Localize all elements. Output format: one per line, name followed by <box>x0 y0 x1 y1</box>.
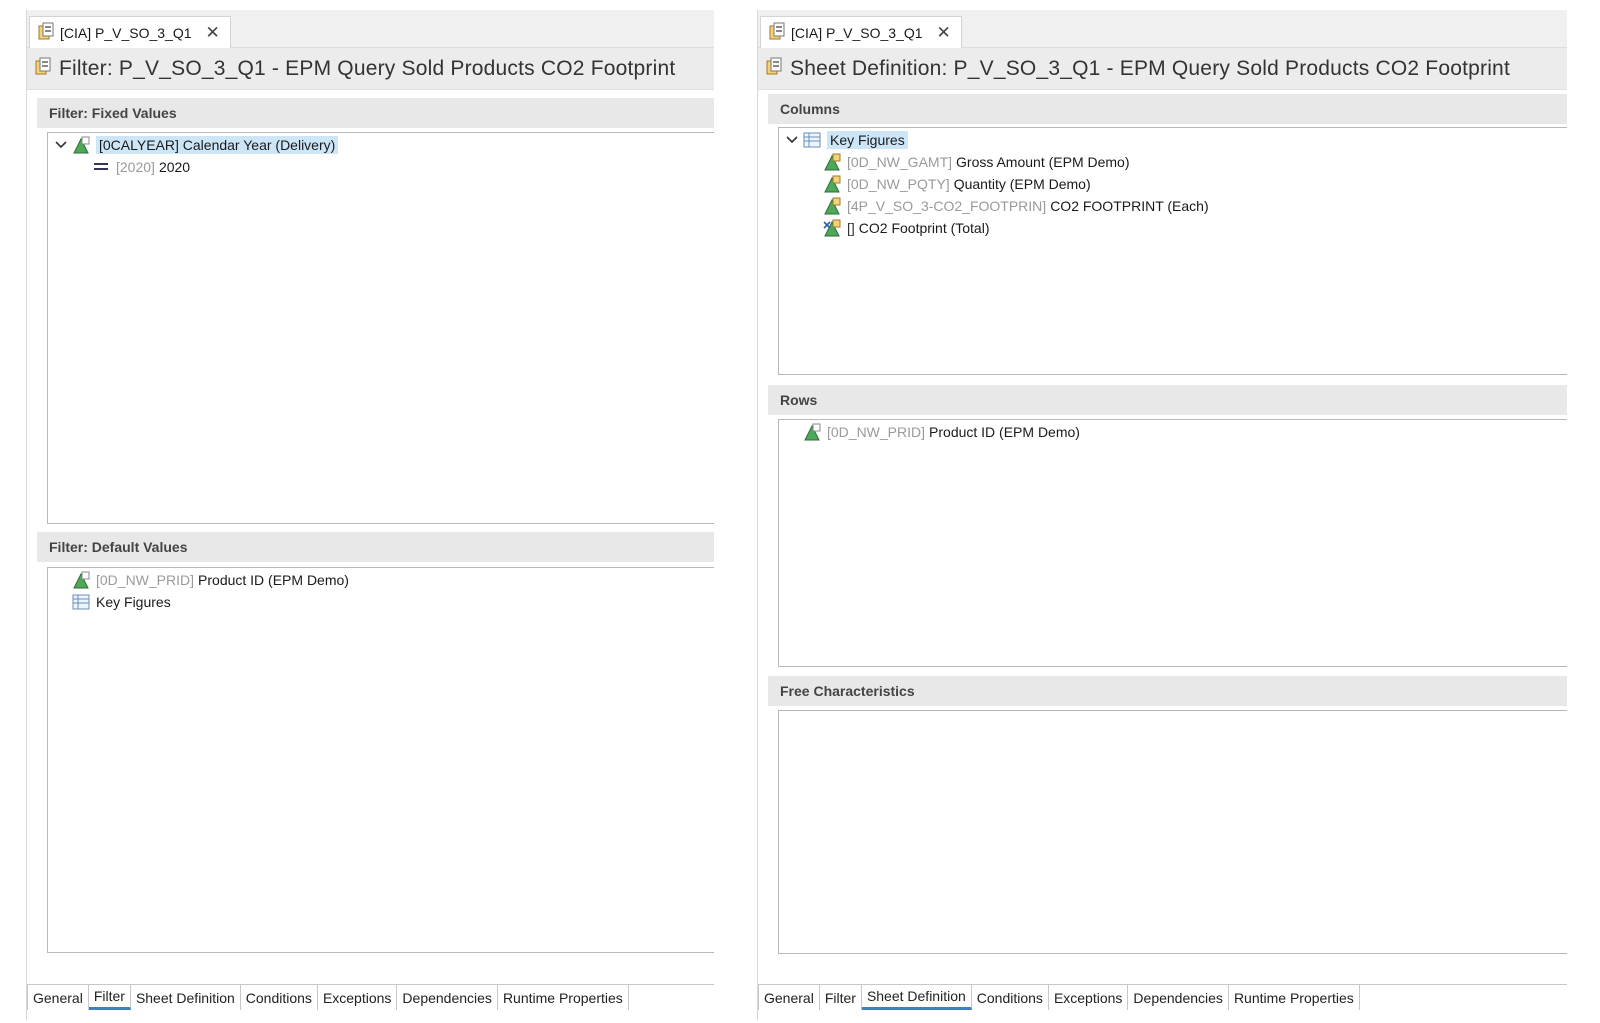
editor-tab-label: [CIA] P_V_SO_3_Q1 <box>791 24 923 41</box>
query-icon <box>766 57 782 81</box>
query-icon <box>35 57 51 81</box>
key-figure-icon <box>823 153 841 171</box>
formula-key-figure-icon <box>823 219 841 237</box>
tree-item-label: Key Figures <box>96 594 171 610</box>
tree-item-key-figures[interactable]: Key Figures <box>72 591 171 613</box>
structure-icon <box>72 593 90 611</box>
editor-page-tabs: General Filter Sheet Definition Conditio… <box>758 984 1567 1010</box>
tree-item-label: CO2 Footprint (Total) <box>858 220 990 236</box>
free-characteristics-header: Free Characteristics <box>768 676 1567 706</box>
fixed-values-tree[interactable]: [0CALYEAR] Calendar Year (Delivery) [202… <box>47 132 714 524</box>
tree-item-label: [0CALYEAR] Calendar Year (Delivery) <box>96 136 339 154</box>
tree-item-gross-amount[interactable]: [0D_NW_GAMT] Gross Amount (EPM Demo) <box>823 151 1130 173</box>
editor-page-tabs: General Filter Sheet Definition Conditio… <box>27 984 714 1010</box>
columns-tree[interactable]: Key Figures [0D_NW_GAMT] Gross Amount (E… <box>778 127 1567 375</box>
characteristic-icon <box>803 423 821 441</box>
page-title: Filter: P_V_SO_3_Q1 - EPM Query Sold Pro… <box>59 56 676 80</box>
tree-item-value[interactable]: [2020] 2020 <box>92 156 190 178</box>
tree-item-label: 2020 <box>158 159 191 175</box>
tree-item-co2-footprint-total[interactable]: [] CO2 Footprint (Total) <box>823 217 990 239</box>
tree-item-tech-name: [] <box>847 220 855 236</box>
key-figure-icon <box>823 175 841 193</box>
tree-item-tech-name: [2020] <box>116 159 155 175</box>
characteristic-icon <box>72 136 90 154</box>
tree-item-label: Gross Amount (EPM Demo) <box>956 154 1130 170</box>
close-icon[interactable]: ✕ <box>937 24 951 41</box>
tree-item-label: CO2 FOOTPRINT (Each) <box>1050 198 1209 214</box>
tab-runtime-properties[interactable]: Runtime Properties <box>498 985 629 1010</box>
tab-exceptions[interactable]: Exceptions <box>1049 985 1129 1010</box>
fixed-value-icon <box>92 158 110 176</box>
tab-conditions[interactable]: Conditions <box>241 985 318 1010</box>
tree-item-label: Quantity (EPM Demo) <box>953 176 1091 192</box>
tab-general[interactable]: General <box>758 985 820 1010</box>
sheet-definition-editor-panel: [CIA] P_V_SO_3_Q1 ✕ Sheet Definition: P_… <box>757 10 1567 1020</box>
editor-tab-strip: [CIA] P_V_SO_3_Q1 ✕ <box>758 10 1567 48</box>
tree-item-tech-name: [0D_NW_GAMT] <box>847 154 953 170</box>
key-figure-icon <box>823 197 841 215</box>
query-icon <box>769 22 785 43</box>
page-title: Sheet Definition: P_V_SO_3_Q1 - EPM Quer… <box>790 56 1510 80</box>
rows-tree[interactable]: [0D_NW_PRID] Product ID (EPM Demo) <box>778 419 1567 667</box>
structure-icon <box>803 131 821 149</box>
tree-item-calyear[interactable]: [0CALYEAR] Calendar Year (Delivery) <box>72 134 339 156</box>
editor-tab-strip: [CIA] P_V_SO_3_Q1 ✕ <box>27 10 714 48</box>
default-values-tree[interactable]: [0D_NW_PRID] Product ID (EPM Demo) Key F… <box>47 567 714 953</box>
editor-tab-label: [CIA] P_V_SO_3_Q1 <box>60 24 192 41</box>
tree-item-tech-name: [0D_NW_PRID] <box>96 572 195 588</box>
tree-item-tech-name: [0D_NW_PQTY] <box>847 176 950 192</box>
tab-conditions[interactable]: Conditions <box>972 985 1049 1010</box>
free-characteristics-tree[interactable] <box>778 710 1567 954</box>
rows-header: Rows <box>768 385 1567 415</box>
tree-item-tech-name: [4P_V_SO_3-CO2_FOOTPRIN] <box>847 198 1047 214</box>
tree-item-label: Product ID (EPM Demo) <box>929 424 1080 440</box>
editor-title-bar: Filter: P_V_SO_3_Q1 - EPM Query Sold Pro… <box>27 48 714 90</box>
tab-sheet-definition[interactable]: Sheet Definition <box>861 985 972 1010</box>
tab-runtime-properties[interactable]: Runtime Properties <box>1229 985 1360 1010</box>
tab-filter[interactable]: Filter <box>88 985 131 1010</box>
tree-item-tech-name: [0D_NW_PRID] <box>827 424 926 440</box>
tab-sheet-definition[interactable]: Sheet Definition <box>131 985 241 1010</box>
tree-item-key-figures[interactable]: Key Figures <box>803 129 908 151</box>
chevron-down-icon[interactable] <box>54 138 68 152</box>
default-values-header: Filter: Default Values <box>37 532 714 562</box>
tree-item-co2-footprint-each[interactable]: [4P_V_SO_3-CO2_FOOTPRIN] CO2 FOOTPRINT (… <box>823 195 1209 217</box>
tree-item-quantity[interactable]: [0D_NW_PQTY] Quantity (EPM Demo) <box>823 173 1091 195</box>
characteristic-icon <box>72 571 90 589</box>
tab-dependencies[interactable]: Dependencies <box>1128 985 1229 1010</box>
columns-header: Columns <box>768 94 1567 124</box>
tree-item-product-id[interactable]: [0D_NW_PRID] Product ID (EPM Demo) <box>803 421 1080 443</box>
tab-filter[interactable]: Filter <box>820 985 862 1010</box>
editor-title-bar: Sheet Definition: P_V_SO_3_Q1 - EPM Quer… <box>758 48 1567 90</box>
tab-dependencies[interactable]: Dependencies <box>397 985 498 1010</box>
close-icon[interactable]: ✕ <box>206 24 220 41</box>
chevron-down-icon[interactable] <box>785 133 799 147</box>
tree-item-label: Key Figures <box>827 131 908 149</box>
editor-tab[interactable]: [CIA] P_V_SO_3_Q1 ✕ <box>760 16 962 48</box>
tree-item-product-id[interactable]: [0D_NW_PRID] Product ID (EPM Demo) <box>72 569 349 591</box>
editor-tab[interactable]: [CIA] P_V_SO_3_Q1 ✕ <box>29 16 231 48</box>
query-icon <box>38 22 54 43</box>
fixed-values-header: Filter: Fixed Values <box>37 98 714 128</box>
filter-editor-panel: [CIA] P_V_SO_3_Q1 ✕ Filter: P_V_SO_3_Q1 … <box>26 10 714 1020</box>
tree-item-label: Product ID (EPM Demo) <box>198 572 349 588</box>
tab-general[interactable]: General <box>27 985 89 1010</box>
tab-exceptions[interactable]: Exceptions <box>318 985 398 1010</box>
